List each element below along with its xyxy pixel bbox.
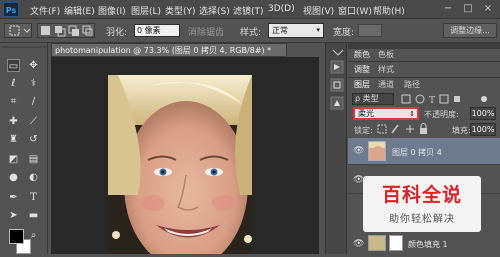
lasso-icon[interactable]: ℓ [7, 77, 20, 90]
lock-icons [377, 123, 427, 134]
minimize-button[interactable]: − [438, 1, 458, 16]
tool-icons-layer [2, 46, 46, 48]
fill-label: 填充: [452, 126, 471, 135]
color-fill-thumbnail [368, 235, 386, 251]
fill-input[interactable]: 100% [470, 123, 496, 136]
opacity-input[interactable]: 100% [470, 107, 496, 120]
feather-label: 羽化: [106, 28, 128, 38]
divider [348, 77, 500, 78]
menu-window[interactable]: 窗口(W) [338, 4, 372, 17]
menu-edit[interactable]: 编辑(E) [64, 4, 95, 17]
pen-icon[interactable]: ✒ [7, 191, 20, 204]
menu-filter[interactable]: 滤镜(T) [233, 4, 264, 17]
gradient-icon[interactable]: ▤ [27, 153, 40, 166]
move-icon[interactable]: ✥ [27, 59, 40, 72]
layer-kind-filter[interactable]: ρ 类型 [352, 93, 394, 105]
antialias-checkbox-label[interactable]: 消除锯齿 [188, 25, 224, 38]
canvas-photo[interactable] [108, 75, 252, 254]
refine-edge-button[interactable]: 调整边缘... [443, 23, 497, 38]
layer-name[interactable]: 图层 0 拷贝 4 [392, 147, 442, 158]
app-logo[interactable]: Ps [3, 2, 19, 17]
path-select-icon[interactable]: ➤ [7, 209, 20, 222]
feather-input[interactable]: 0 像素 [134, 24, 180, 37]
layer-mask-thumbnail [389, 235, 403, 251]
clone-stamp-icon[interactable]: ♜ [7, 133, 20, 146]
collapsed-panel-strip [325, 43, 347, 254]
menu-select[interactable]: 选择(S) [199, 4, 230, 17]
tool-preset-picker[interactable] [4, 23, 32, 38]
menu-image[interactable]: 图像(I) [98, 4, 126, 17]
style-label: 样式: [240, 28, 262, 38]
style-select-value: 正常 [272, 26, 288, 35]
panel-header-bar [348, 43, 500, 49]
blend-mode-select[interactable]: 柔光 ⇕ [353, 107, 419, 120]
eyedropper-icon[interactable]: ∕ [27, 95, 40, 108]
menu-help[interactable]: 帮助(H) [373, 4, 405, 17]
selection-mode-buttons[interactable] [37, 23, 95, 38]
menu-type[interactable]: 类型(Y) [165, 4, 196, 17]
tab-layers[interactable]: 图层 [354, 79, 370, 90]
tab-adjustments[interactable]: 调整 [354, 64, 370, 75]
magic-wand-icon[interactable]: ⚕ [27, 77, 40, 90]
tab-styles[interactable]: 样式 [378, 64, 394, 75]
eye-icon[interactable]: 👁 [353, 146, 364, 156]
blend-mode-value: 柔光 [358, 109, 374, 118]
layer-row-selected[interactable]: 👁 图层 0 拷贝 4 [348, 138, 500, 165]
portrait-image [108, 75, 252, 254]
menu-view[interactable]: 视图(V) [303, 4, 334, 17]
width-label: 宽度: [333, 28, 355, 38]
blur-icon[interactable]: ● [7, 171, 20, 184]
menu-layer[interactable]: 图层(L) [131, 4, 161, 17]
tab-color[interactable]: 颜色 [354, 49, 370, 60]
chevron-down-icon: ⇕ [409, 110, 415, 118]
maximize-button[interactable]: □ [458, 1, 478, 16]
tab-paths[interactable]: 路径 [404, 79, 420, 90]
watermark-subtitle: 助你轻松解决 [389, 214, 455, 225]
eraser-icon[interactable]: ◩ [7, 153, 20, 166]
eye-icon[interactable]: 👁 [353, 239, 364, 249]
menu-file[interactable]: 文件(F) [30, 4, 60, 17]
brush-icon[interactable]: ⟋ [27, 115, 40, 128]
chevron-down-icon: ▾ [316, 26, 320, 34]
foreground-color-swatch[interactable] [9, 229, 24, 244]
tools-panel: ▭ ✥ ℓ ⚕ ⌗ ∕ ✚ ⟋ ♜ ↺ ◩ ▤ ● ◐ ✒ T ➤ ▬ ✋ ⌕ [0, 43, 48, 254]
tab-swatches[interactable]: 色板 [378, 49, 394, 60]
menu-bar: Ps 文件(F) 编辑(E) 图像(I) 图层(L) 类型(Y) 选择(S) 滤… [0, 0, 500, 19]
collapsed-panel-icons [330, 49, 344, 110]
close-window-button[interactable]: × [478, 1, 498, 16]
layer-kind-label: ρ 类型 [355, 94, 379, 103]
width-input[interactable] [358, 24, 382, 37]
opacity-label: 不透明度: [424, 110, 459, 119]
tab-channels[interactable]: 通道 [378, 79, 394, 90]
dodge-icon[interactable]: ◐ [27, 171, 40, 184]
selection-mode-icons [41, 25, 93, 37]
document-tab[interactable]: photomanipulation @ 73.3% (图层 0 拷贝 4, RG… [51, 43, 287, 57]
watermark: 百科全说 助你轻松解决 [363, 176, 481, 232]
watermark-title: 百科全说 [381, 184, 462, 206]
style-select[interactable]: 正常 ▾ [268, 23, 324, 38]
filter-icons: T [401, 94, 487, 105]
history-brush-icon[interactable]: ↺ [27, 133, 40, 146]
marquee-preset-icon [9, 25, 31, 36]
crop-icon[interactable]: ⌗ [7, 95, 20, 108]
marquee-icon[interactable]: ▭ [7, 59, 20, 72]
lock-label: 锁定: [354, 126, 373, 135]
healing-brush-icon[interactable]: ✚ [7, 115, 20, 128]
face-thumbnail-icon [369, 142, 385, 160]
shape-icon[interactable]: ▬ [27, 209, 40, 222]
type-icon[interactable]: T [27, 191, 40, 204]
svg-text:T: T [429, 96, 435, 105]
document-title: photomanipulation @ 73.3% (图层 0 拷贝 4, RG… [55, 46, 272, 55]
layer-name[interactable]: 颜色填充 1 [408, 239, 448, 250]
options-bar: 羽化: 0 像素 消除锯齿 样式: 正常 ▾ 宽度: 调整边缘... [0, 19, 500, 43]
layer-row-color-fill[interactable]: 👁 颜色填充 1 [348, 233, 500, 254]
menu-3d[interactable]: 3D(D) [268, 4, 295, 14]
layer-thumbnail [368, 141, 386, 161]
divider [348, 61, 500, 62]
eye-icon[interactable]: 👁 [353, 175, 364, 185]
